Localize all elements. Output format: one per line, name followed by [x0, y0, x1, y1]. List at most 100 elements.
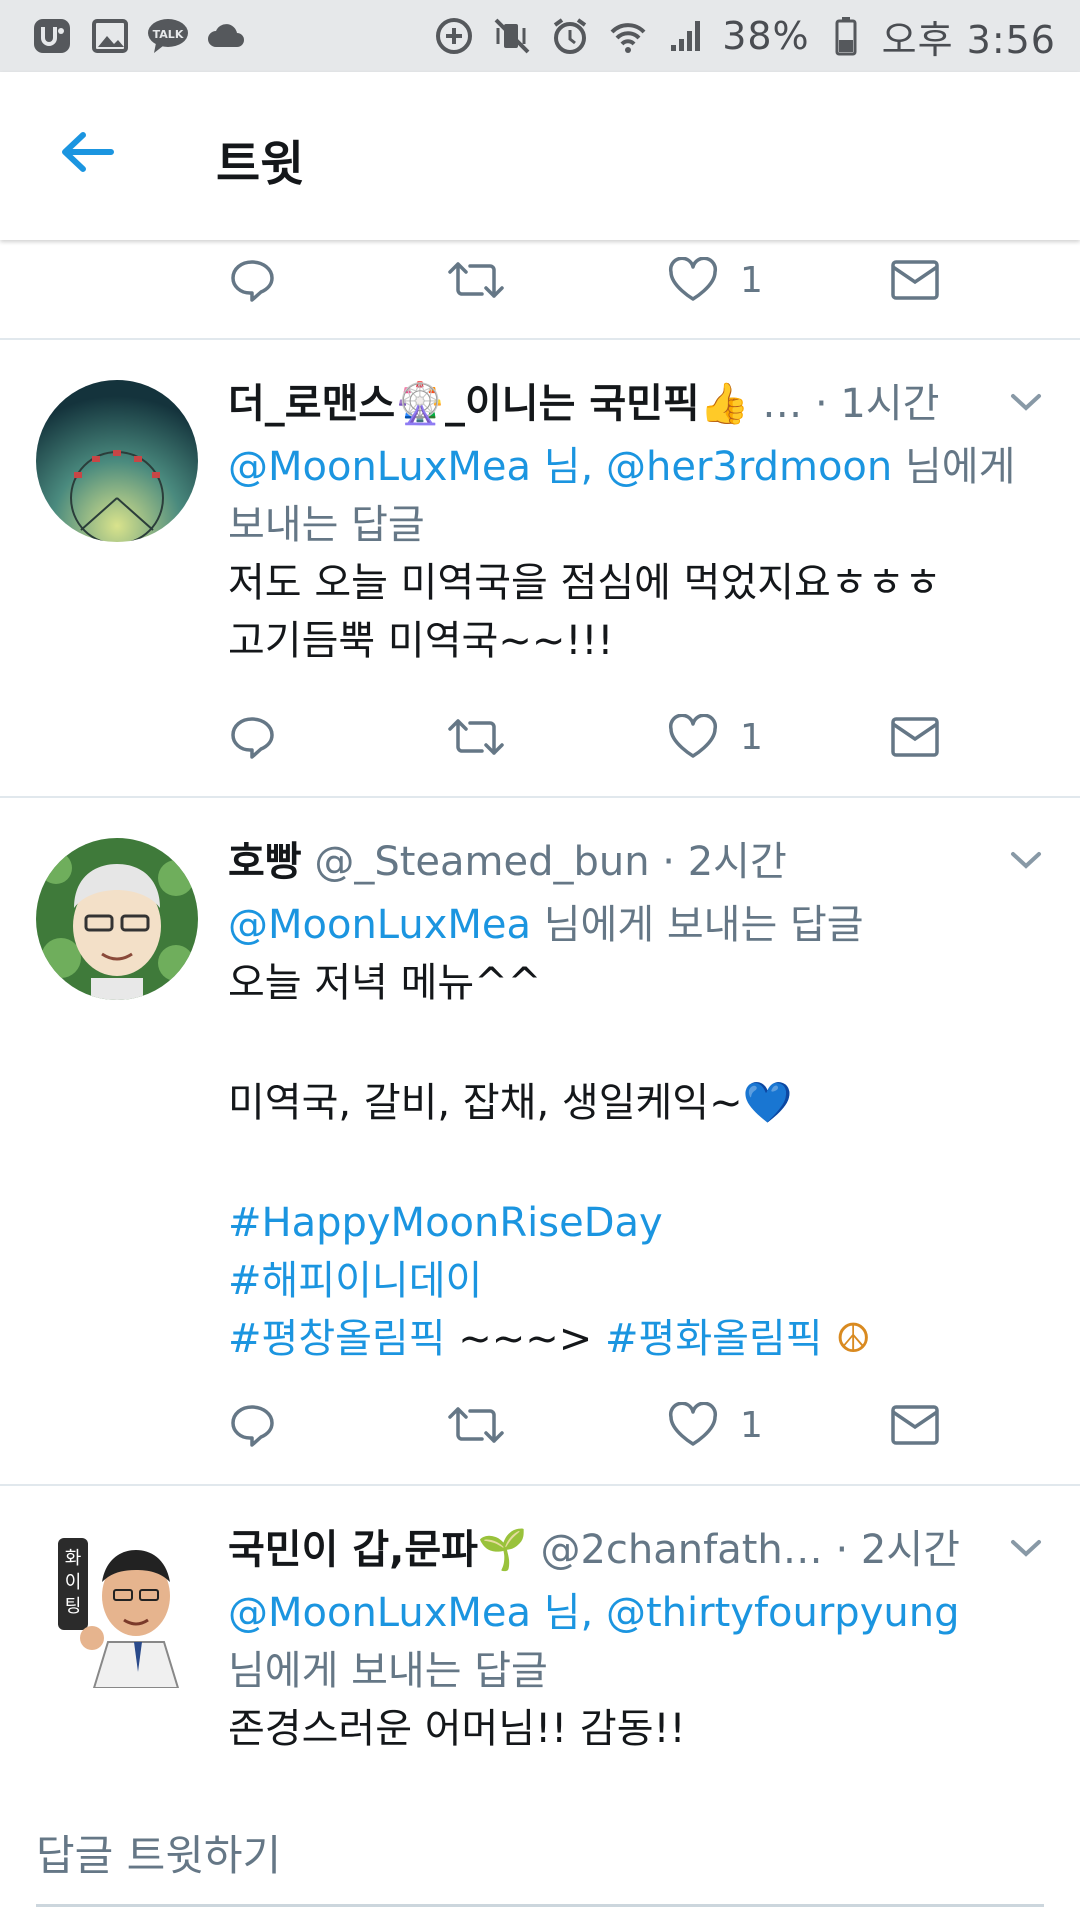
data-saver-icon [432, 16, 476, 56]
user-handle[interactable]: @_Steamed_bun [302, 839, 649, 885]
tweet-menu-button[interactable] [1006, 840, 1046, 880]
timestamp: · 2시간 [649, 839, 787, 885]
timestamp: · 2시간 [822, 1527, 960, 1573]
reply-button[interactable] [228, 707, 276, 767]
like-count: 1 [740, 259, 763, 301]
svg-text:이: 이 [65, 1572, 82, 1593]
reply-icon [231, 260, 274, 302]
user-handle[interactable]: @2chanfath… [528, 1527, 822, 1573]
tweet-actions: 1 [228, 250, 948, 310]
heart-icon [668, 1402, 718, 1446]
status-bar: TALK 38% 오후 3:56 [0, 0, 1080, 72]
hashtag-link[interactable]: #HappyMoonRiseDay [228, 1194, 1040, 1252]
retweet-icon [448, 262, 504, 298]
reply-button[interactable] [228, 250, 276, 310]
tweet-text: 저도 오늘 미역국을 점심에 먹었지요ㅎㅎㅎ [228, 560, 942, 606]
vibrate-mute-icon [490, 16, 534, 56]
reply-context: @MoonLuxMea 님에게 보내는 답글 [228, 896, 1040, 954]
hashtag-link[interactable]: #평창올림픽 [228, 1316, 446, 1362]
reply-label: 님에게 보내는 답글 [531, 902, 864, 948]
tweet-text: 고기듬뿍 미역국~~!!! [228, 618, 614, 664]
svg-text:TALK: TALK [153, 28, 184, 41]
tweet-text: 미역국, 갈비, 잡채, 생일케익~💙 [228, 1080, 793, 1126]
tweet-menu-button[interactable] [1006, 1528, 1046, 1568]
reply-button[interactable] [228, 1395, 276, 1455]
tweet-header: 더_로맨스🎡_이니는 국민픽👍 … · 1시간 [228, 376, 1040, 432]
retweet-button[interactable] [448, 250, 504, 310]
avatar[interactable] [36, 838, 198, 1000]
envelope-icon [891, 1405, 939, 1445]
chevron-down-icon [1011, 852, 1041, 869]
reply-icon [231, 717, 274, 759]
display-name[interactable]: 더_로맨스🎡_이니는 국민픽👍 [228, 381, 750, 427]
tweet-content: 호빵 @_Steamed_bun · 2시간 @MoonLuxMea 님에게 보… [228, 834, 1040, 1368]
gallery-icon [88, 16, 132, 56]
reply-label: 님에게 보내는 답글 [228, 1648, 548, 1694]
page-title: 트윗 [216, 136, 305, 192]
mention-link[interactable]: @thirtyfourpyung [606, 1590, 959, 1636]
tweet-header: 국민이 갑,문파🌱 @2chanfath… · 2시간 [228, 1522, 1040, 1578]
tweet-header: 호빵 @_Steamed_bun · 2시간 [228, 834, 1040, 890]
back-arrow-icon [62, 132, 114, 172]
display-name[interactable]: 호빵 [228, 839, 302, 885]
like-count: 1 [740, 1404, 763, 1446]
like-count: 1 [740, 716, 763, 758]
hashtag-link[interactable]: #평화올림픽 [605, 1316, 823, 1362]
tweet-content: 더_로맨스🎡_이니는 국민픽👍 … · 1시간 @MoonLuxMea 님, @… [228, 376, 1040, 670]
tweet-actions: 1 [228, 707, 948, 767]
svg-text:팅: 팅 [65, 1596, 82, 1617]
direct-message-button[interactable] [890, 1395, 940, 1455]
retweet-button[interactable] [448, 1395, 504, 1455]
hashtag-link[interactable]: #해피이니데이 [228, 1252, 1040, 1310]
avatar[interactable] [36, 380, 198, 542]
clock: 오후 3:56 [881, 17, 1056, 62]
tweet-menu-button[interactable] [1006, 382, 1046, 422]
reply-context: @MoonLuxMea 님, @thirtyfourpyung [228, 1584, 1040, 1642]
display-name[interactable]: 국민이 갑,문파🌱 [228, 1527, 528, 1573]
like-button[interactable]: 1 [668, 250, 763, 310]
retweet-icon [448, 1407, 504, 1443]
tweet-text: 존경스러운 어머님!! 감동!! [228, 1706, 686, 1752]
envelope-icon [891, 260, 939, 300]
tweet-actions: 1 [228, 1395, 948, 1455]
reply-composer[interactable]: 답글 트윗하기 [0, 1780, 1080, 1920]
tweet-item[interactable]: 화 이 팅 국민이 갑,문파🌱 @2chanfath… · 2시간 @MoonL… [0, 1486, 1080, 1780]
direct-message-button[interactable] [890, 250, 940, 310]
avatar[interactable]: 화 이 팅 [36, 1526, 198, 1688]
tweet-item[interactable]: 호빵 @_Steamed_bun · 2시간 @MoonLuxMea 님에게 보… [0, 798, 1080, 1484]
direct-message-button[interactable] [890, 707, 940, 767]
alarm-icon [548, 16, 592, 56]
envelope-icon [891, 717, 939, 757]
reply-label: 님에게 [892, 444, 1016, 490]
signal-icon [664, 16, 708, 56]
reply-icon [231, 1405, 274, 1447]
heart-icon [668, 714, 718, 758]
battery-icon [824, 16, 868, 56]
uplus-app-icon [30, 16, 74, 56]
app-header: 트윗 [0, 72, 1080, 240]
svg-text:화: 화 [65, 1548, 82, 1569]
wifi-icon [606, 16, 650, 56]
like-button[interactable]: 1 [668, 707, 763, 767]
chevron-down-icon [1011, 1540, 1041, 1557]
mention-link[interactable]: @her3rdmoon [606, 444, 892, 490]
back-button[interactable] [52, 122, 122, 182]
reply-label-line2: 보내는 답글 [228, 502, 425, 548]
hashtag-line: #평창올림픽 ~~~> #평화올림픽 ☮ [228, 1310, 1040, 1368]
reply-context: @MoonLuxMea 님, @her3rdmoon 님에게 [228, 438, 1040, 496]
mention-link[interactable]: @MoonLuxMea [228, 902, 531, 948]
peace-emoji: ☮ [822, 1316, 872, 1362]
truncation-ellipsis: … [762, 381, 803, 427]
chevron-down-icon [1011, 394, 1041, 411]
retweet-button[interactable] [448, 707, 504, 767]
mention-link[interactable]: @MoonLuxMea 님, [228, 444, 606, 490]
kakaotalk-icon: TALK [146, 16, 190, 56]
reply-input-placeholder[interactable]: 답글 트윗하기 [36, 1822, 281, 1883]
tweet-text: 오늘 저녁 메뉴^^ [228, 960, 542, 1006]
mention-link[interactable]: @MoonLuxMea 님, [228, 1590, 606, 1636]
retweet-icon [448, 719, 504, 755]
heart-icon [668, 257, 718, 301]
cloud-icon [204, 16, 248, 56]
like-button[interactable]: 1 [668, 1395, 763, 1455]
timestamp: · 1시간 [814, 381, 940, 427]
